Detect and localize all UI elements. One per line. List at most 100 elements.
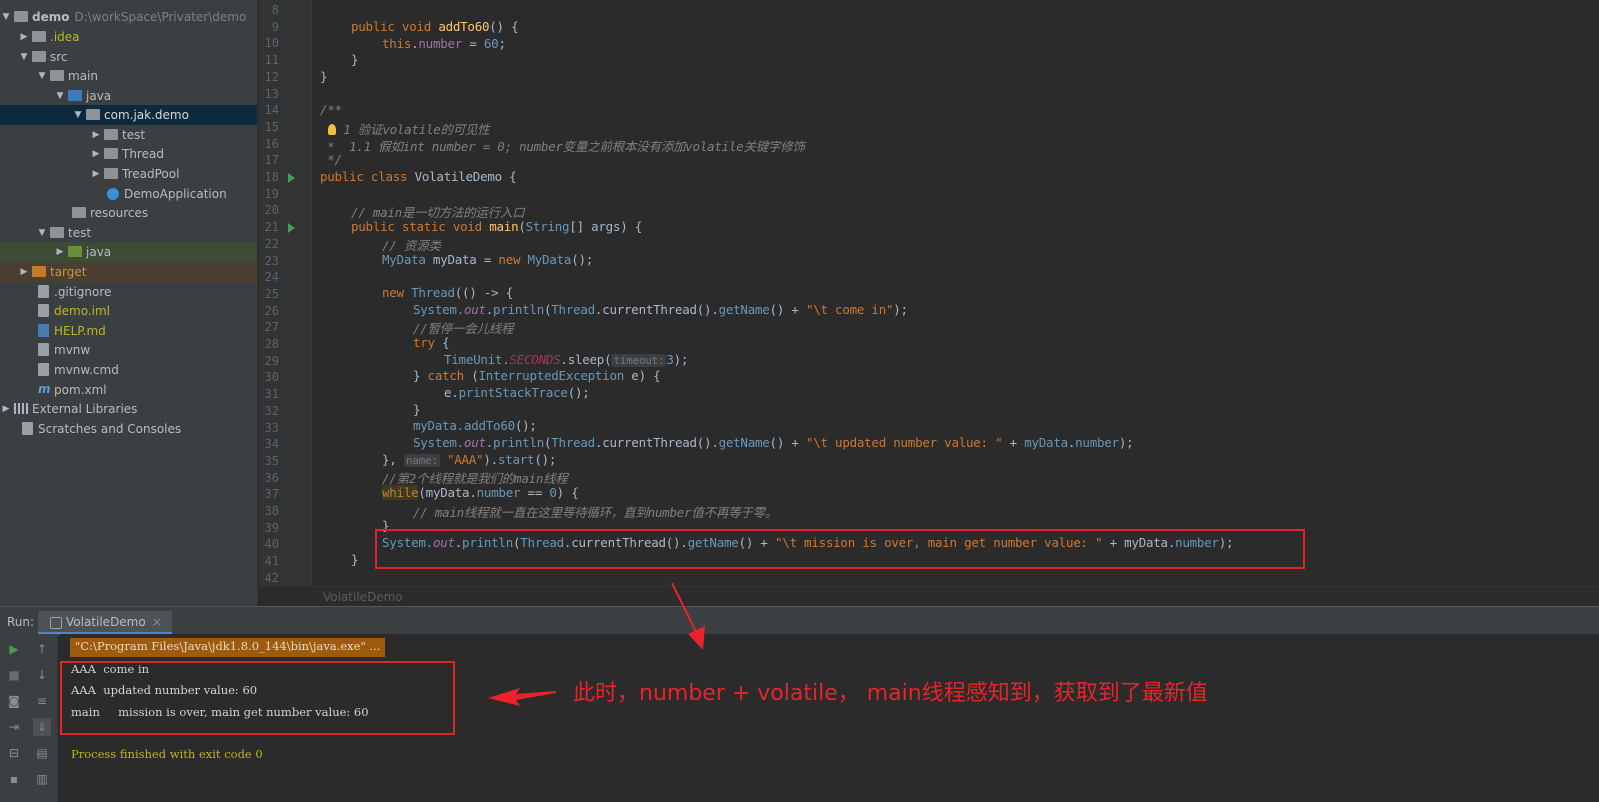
chevron-down-icon[interactable]: ▼	[54, 91, 66, 101]
line-number: 20	[264, 203, 279, 218]
line-number: 8	[271, 3, 279, 17]
chevron-down-icon[interactable]: ▼	[36, 71, 48, 81]
module-folder-icon	[14, 11, 28, 23]
tree-item-mvnw[interactable]: mvnw	[0, 340, 257, 360]
exit-icon[interactable]: ⇥	[7, 720, 21, 734]
camera-icon[interactable]: ◙	[7, 694, 21, 708]
chevron-down-icon[interactable]: ▼	[18, 52, 30, 62]
line-number: 24	[264, 270, 279, 285]
soft-wrap-icon[interactable]: ≡	[35, 694, 49, 708]
rerun-icon[interactable]: ▶	[7, 642, 21, 656]
markdown-file-icon	[38, 324, 49, 338]
code-line-34: System.out.println(Thread.currentThread(…	[413, 435, 1134, 450]
tree-item-test[interactable]: ▼ test	[0, 223, 257, 243]
line-number: 32	[264, 403, 279, 418]
tree-item-label: mvnw.cmd	[54, 362, 119, 377]
highlight-box-output	[60, 661, 455, 735]
chevron-right-icon[interactable]: ▶	[54, 247, 66, 257]
line-number: 17	[264, 153, 279, 168]
package-icon	[86, 109, 100, 121]
tree-item-demoapplication[interactable]: DemoApplication	[0, 184, 257, 204]
tree-item-label: mvnw	[54, 342, 91, 357]
tree-item-treadpool[interactable]: ▶ TreadPool	[0, 164, 257, 184]
run-tab-volatiledemo[interactable]: VolatileDemo ×	[38, 611, 172, 635]
up-arrow-icon[interactable]: ↑	[35, 642, 49, 656]
tree-item-java[interactable]: ▼ java	[0, 86, 257, 106]
line-number: 18	[264, 170, 279, 184]
tree-item-label: .gitignore	[54, 284, 112, 299]
down-arrow-icon[interactable]: ↓	[35, 668, 49, 682]
tree-item-resources[interactable]: resources	[0, 203, 257, 223]
maven-icon: m	[38, 382, 51, 397]
ide-window: ▼ demo D:\workSpace\Privater\demo ▶ .ide…	[0, 0, 1599, 802]
line-number: 11	[264, 53, 279, 68]
tree-item-label: main	[68, 68, 98, 83]
tree-item-pom-xml[interactable]: m pom.xml	[0, 380, 257, 400]
chevron-down-icon[interactable]: ▼	[72, 110, 84, 120]
line-number: 10	[264, 36, 279, 51]
print-icon[interactable]: ▤	[35, 746, 49, 760]
code-line-25: new Thread(() -> {	[382, 285, 513, 300]
tree-item-gitignore[interactable]: .gitignore	[0, 282, 257, 302]
code-line-11: }	[351, 52, 359, 67]
code-line-29: TimeUnit.SECONDS.sleep(timeout: 3);	[444, 352, 689, 367]
line-number: 31	[264, 387, 279, 402]
code-line-35: }, name: "AAA").start();	[382, 452, 557, 467]
run-main-icon[interactable]	[288, 223, 295, 233]
code-line-30: } catch (InterruptedException e) {	[413, 368, 661, 383]
tree-item-idea[interactable]: ▶ .idea	[0, 27, 257, 47]
line-number: 28	[264, 337, 279, 351]
folder-icon	[32, 51, 46, 63]
lightbulb-icon[interactable]	[328, 124, 336, 135]
line-number: 23	[264, 253, 279, 268]
tree-root[interactable]: ▼ demo D:\workSpace\Privater\demo	[0, 7, 257, 27]
tree-item-test-package[interactable]: ▶ test	[0, 125, 257, 145]
tree-item-mvnw-cmd[interactable]: mvnw.cmd	[0, 360, 257, 380]
code-line-26: System.out.println(Thread.currentThread(…	[413, 302, 908, 317]
line-number: 13	[264, 86, 279, 101]
line-number: 19	[264, 186, 279, 201]
editor-breadcrumb[interactable]: VolatileDemo	[259, 586, 1599, 606]
line-number: 12	[264, 69, 279, 84]
tree-item-src[interactable]: ▼ src	[0, 47, 257, 67]
tree-item-external-libraries[interactable]: ▶ External Libraries	[0, 399, 257, 419]
chevron-right-icon[interactable]: ▶	[90, 169, 102, 179]
param-hint: name:	[403, 454, 440, 467]
tree-item-demo-iml[interactable]: demo.iml	[0, 301, 257, 321]
run-toolbar: ▶ ↑ ■ ↓ ◙ ≡ ⇥ ⇓ ⊟ ▤ ▪ ▥	[0, 634, 58, 802]
tree-item-label: Scratches and Consoles	[38, 421, 182, 436]
run-class-icon[interactable]	[288, 173, 295, 183]
tree-item-target[interactable]: ▶ target	[0, 262, 257, 282]
code-line-28: try {	[413, 335, 450, 350]
tree-item-main[interactable]: ▼ main	[0, 66, 257, 86]
code-line-16: * 1.1 假如int number = 0; number变量之前根本没有添加…	[320, 139, 805, 154]
folder-icon	[50, 70, 64, 82]
pin-icon[interactable]: ▪	[7, 772, 21, 786]
scroll-to-end-icon[interactable]: ⇓	[33, 718, 51, 736]
trash-icon[interactable]: ▥	[35, 772, 49, 786]
package-icon	[104, 129, 118, 141]
chevron-right-icon[interactable]: ▶	[90, 130, 102, 140]
layout-icon[interactable]: ⊟	[7, 746, 21, 760]
tree-item-test-java[interactable]: ▶ java	[0, 242, 257, 262]
chevron-right-icon[interactable]: ▶	[0, 404, 12, 414]
tree-item-help-md[interactable]: HELP.md	[0, 321, 257, 341]
chevron-down-icon[interactable]: ▼	[36, 228, 48, 238]
tree-item-com-jak-demo[interactable]: ▼ com.jak.demo	[0, 105, 257, 125]
chevron-right-icon[interactable]: ▶	[90, 149, 102, 159]
resources-folder-icon	[72, 207, 86, 219]
chevron-right-icon[interactable]: ▶	[18, 267, 30, 277]
code-line-31: e.printStackTrace();	[444, 385, 590, 400]
param-hint: timeout:	[611, 354, 667, 367]
tree-item-thread[interactable]: ▶ Thread	[0, 144, 257, 164]
close-tab-icon[interactable]: ×	[152, 615, 162, 629]
stop-icon[interactable]: ■	[7, 668, 21, 682]
tree-item-label: src	[50, 49, 68, 64]
chevron-down-icon[interactable]: ▼	[0, 12, 12, 22]
tree-item-scratches[interactable]: Scratches and Consoles	[0, 419, 257, 439]
excluded-folder-icon	[32, 266, 46, 278]
line-number: 34	[264, 437, 279, 452]
code-editor[interactable]: 8 9 10 11 12 13 14 15 16 17 18 19 20 21 22 23 24 25 26 27 28…	[259, 0, 1599, 586]
code-line-14: /**	[320, 102, 342, 117]
chevron-right-icon[interactable]: ▶	[18, 32, 30, 42]
